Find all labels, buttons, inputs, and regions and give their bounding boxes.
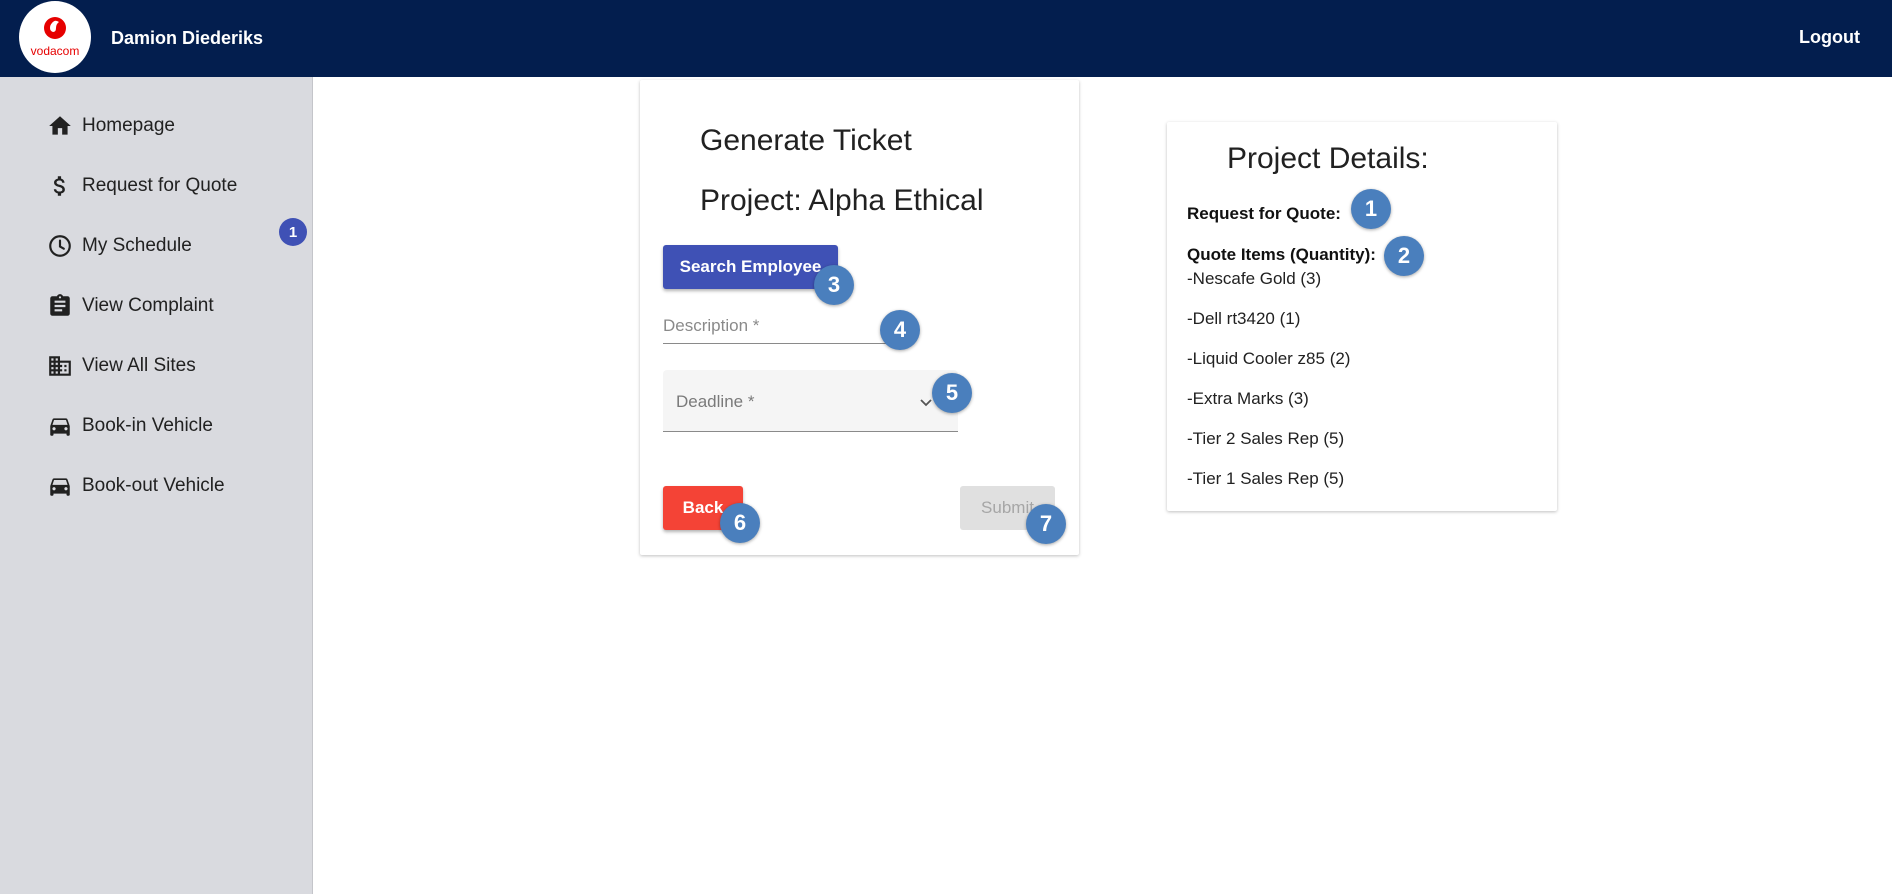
sidebar-item-label: Book-out Vehicle (82, 475, 225, 496)
quote-item: -Liquid Cooler z85 (2) (1187, 349, 1351, 368)
logout-button[interactable]: Logout (1799, 27, 1860, 48)
sidebar-item-book-out-vehicle[interactable]: Book-out Vehicle (46, 470, 225, 502)
sidebar-item-view-all-sites[interactable]: View All Sites (46, 350, 196, 382)
notification-badge: 1 (279, 218, 307, 246)
building-icon (46, 352, 74, 380)
annotation-marker-1: 1 (1351, 189, 1391, 229)
sidebar-item-my-schedule[interactable]: My Schedule (46, 230, 192, 262)
quote-items-label: Quote Items (Quantity): (1187, 245, 1376, 264)
annotation-marker-2: 2 (1384, 236, 1424, 276)
sidebar-item-label: Homepage (82, 115, 175, 136)
deadline-placeholder: Deadline * (676, 392, 755, 411)
top-app-bar: vodacom Damion Diederiks Logout (0, 0, 1892, 77)
sidebar-item-label: Book-in Vehicle (82, 415, 213, 436)
dollar-icon (46, 172, 74, 200)
sidebar-item-label: Request for Quote (82, 175, 238, 196)
sidebar: Homepage Request for Quote My Schedule V… (0, 77, 313, 894)
clipboard-icon (46, 292, 74, 320)
user-name: Damion Diederiks (111, 28, 264, 48)
card-title: Generate Ticket (700, 124, 912, 157)
generate-ticket-card: Generate Ticket Project: Alpha Ethical S… (640, 80, 1079, 555)
annotation-marker-5: 5 (932, 373, 972, 413)
home-icon (46, 112, 74, 140)
sidebar-item-view-complaint[interactable]: View Complaint (46, 290, 214, 322)
description-field[interactable]: Description * (663, 302, 888, 344)
car-icon (46, 412, 74, 440)
project-name: Project: Alpha Ethical (700, 184, 984, 217)
annotation-marker-6: 6 (720, 503, 760, 543)
quote-item: -Tier 2 Sales Rep (5) (1187, 429, 1345, 448)
vodacom-logo: vodacom (19, 1, 91, 73)
sidebar-item-homepage[interactable]: Homepage (46, 110, 175, 142)
sidebar-item-label: View All Sites (82, 355, 196, 376)
quote-item: -Dell rt3420 (1) (1187, 309, 1301, 328)
svg-text:vodacom: vodacom (31, 44, 80, 58)
car-icon (46, 472, 74, 500)
details-title: Project Details: (1227, 142, 1429, 175)
request-for-quote-label: Request for Quote: (1187, 204, 1341, 223)
quote-item: -Extra Marks (3) (1187, 389, 1309, 408)
vodacom-logo-icon: vodacom (31, 17, 80, 58)
sidebar-item-request-for-quote[interactable]: Request for Quote (46, 170, 237, 202)
project-details-card: Project Details: Request for Quote: Quot… (1167, 122, 1557, 511)
sidebar-item-label: View Complaint (82, 295, 214, 316)
annotation-marker-4: 4 (880, 310, 920, 350)
deadline-select[interactable]: Deadline * (663, 370, 958, 432)
quote-item: -Tier 1 Sales Rep (5) (1187, 469, 1345, 488)
clock-icon (46, 232, 74, 260)
search-employee-button[interactable]: Search Employee (663, 245, 838, 289)
sidebar-item-book-in-vehicle[interactable]: Book-in Vehicle (46, 410, 213, 442)
annotation-marker-3: 3 (814, 265, 854, 305)
sidebar-item-label: My Schedule (82, 235, 192, 256)
quote-item: -Nescafe Gold (3) (1187, 269, 1322, 288)
annotation-marker-7: 7 (1026, 504, 1066, 544)
description-placeholder: Description * (663, 316, 760, 335)
